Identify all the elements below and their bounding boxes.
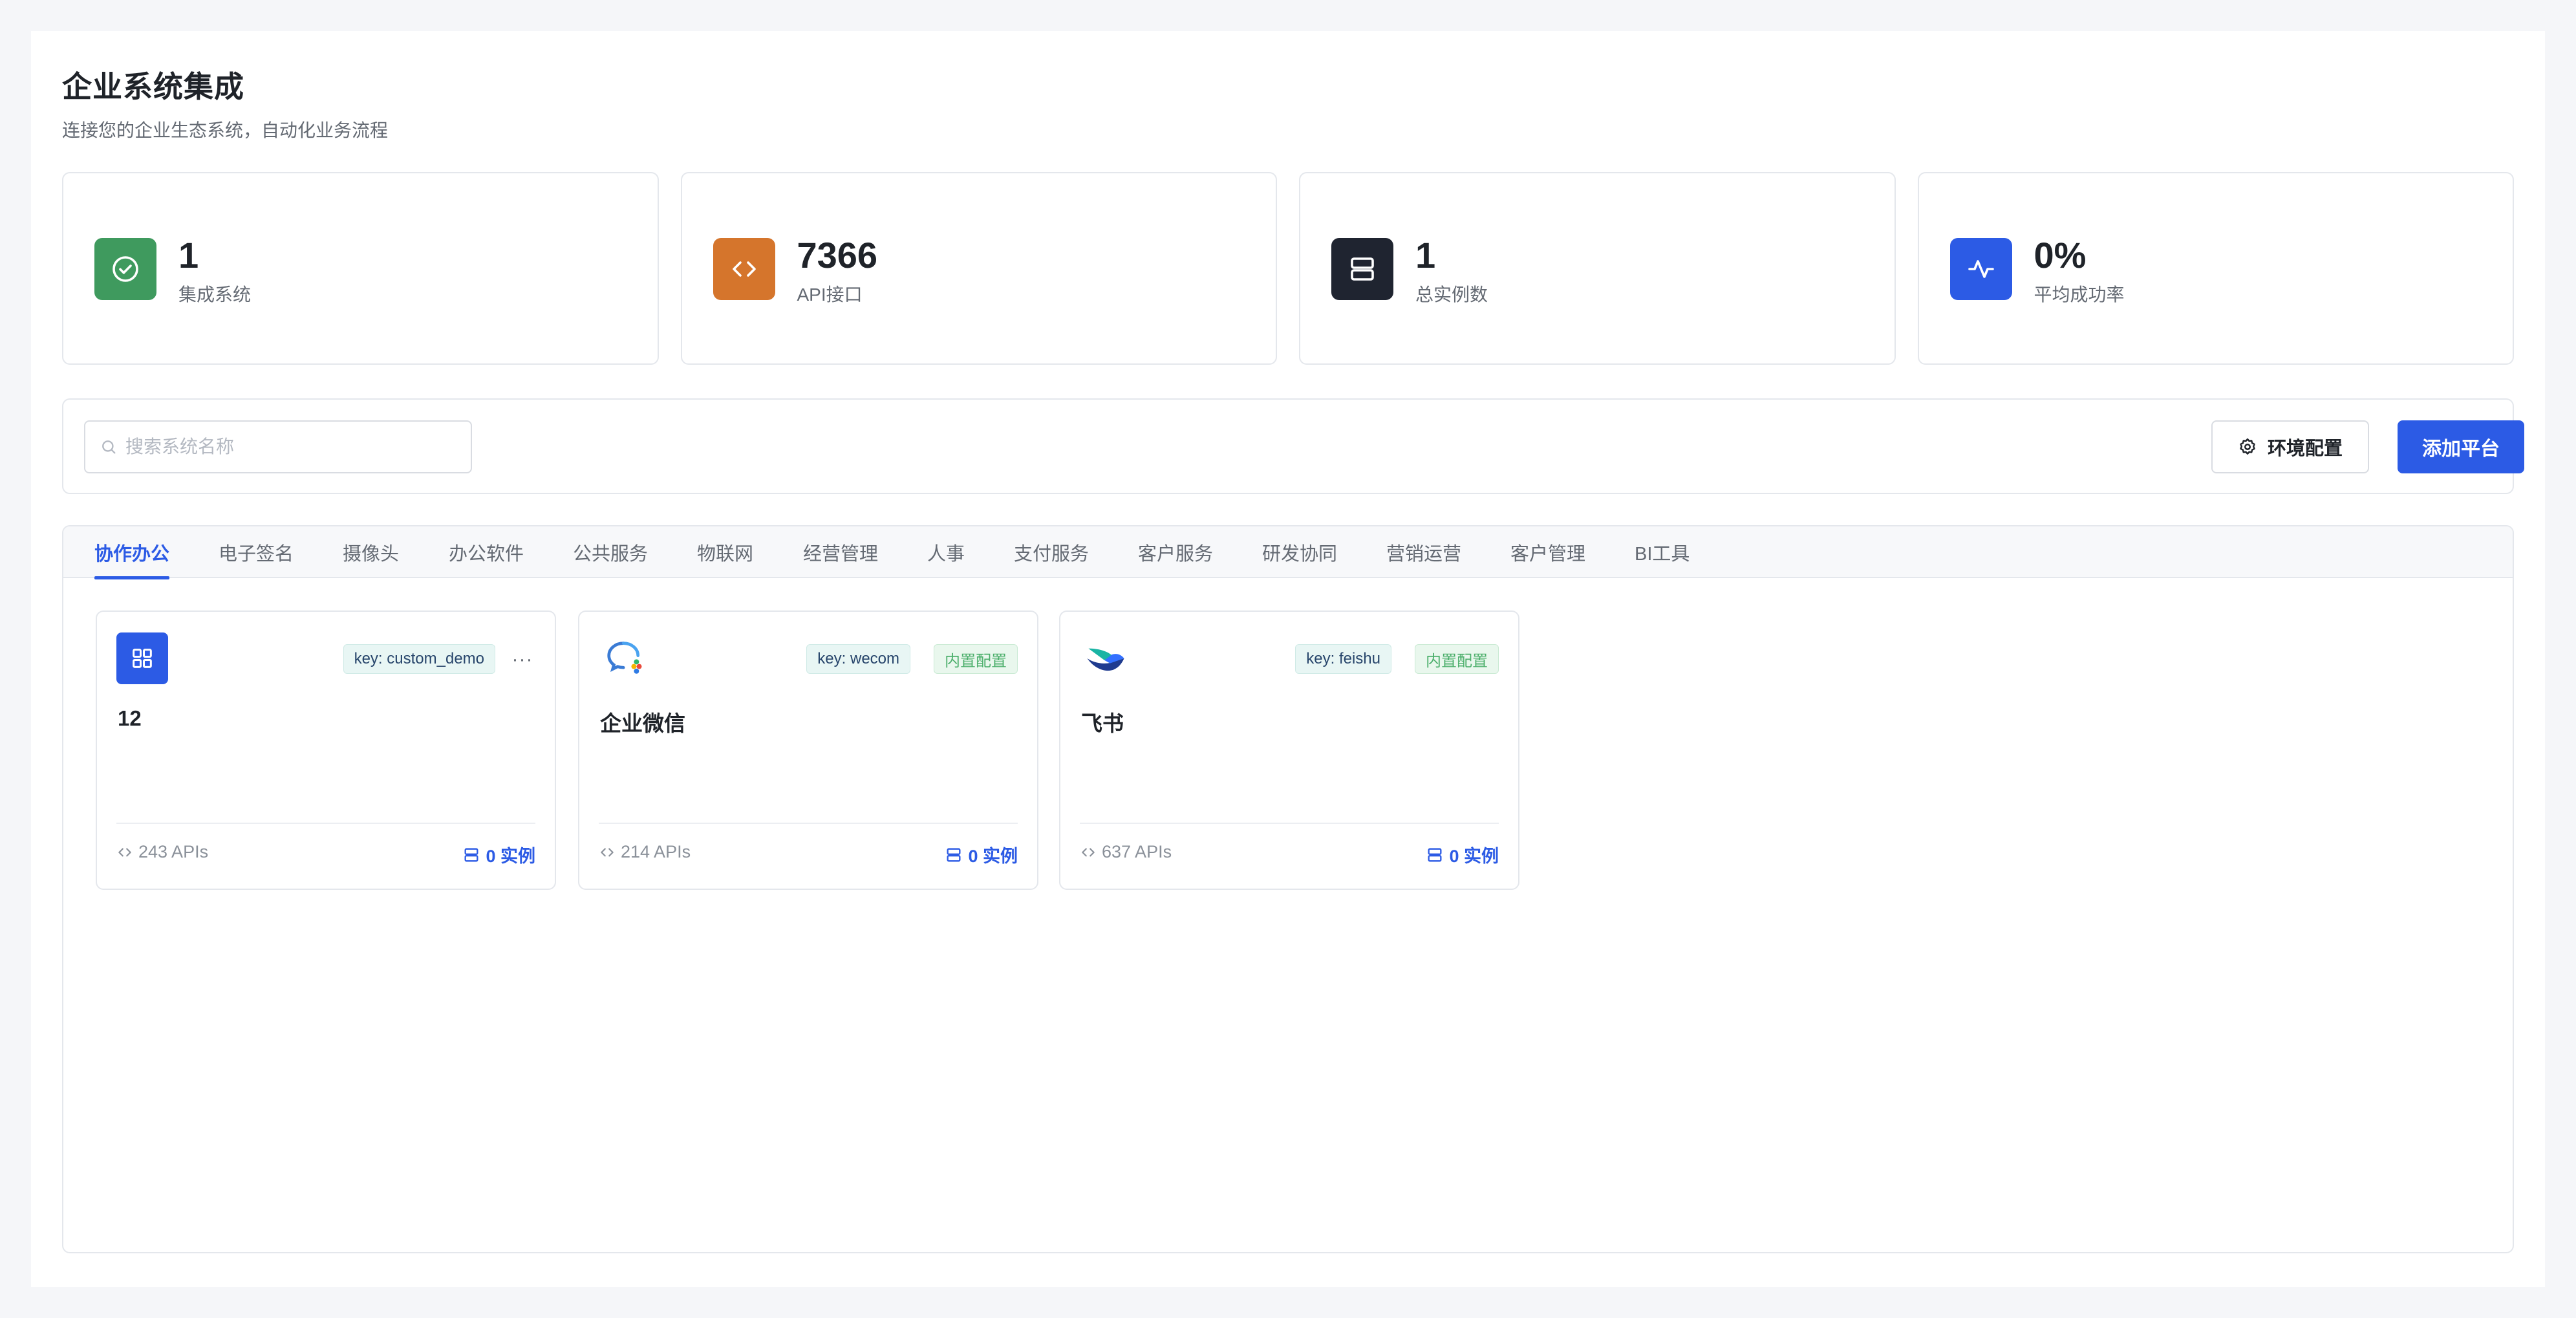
- server-icon: [1428, 848, 1442, 861]
- tab-iot[interactable]: 物联网: [697, 526, 753, 578]
- system-card-custom[interactable]: key: custom_demo ··· 12 243 APIs 0 实例: [96, 610, 556, 890]
- toolbar: 环境配置 添加平台: [62, 398, 2524, 494]
- check-circle-icon: [94, 238, 156, 300]
- stat-value: 1: [1415, 235, 1436, 275]
- system-card-feishu[interactable]: key: feishu 内置配置 飞书 637 APIs 0 实例: [1059, 610, 1519, 890]
- api-count-text: 637 APIs: [1102, 842, 1172, 861]
- stat-value: 1: [178, 235, 199, 275]
- api-count: 214 APIs: [599, 842, 691, 862]
- tab-customer-management[interactable]: 客户管理: [1510, 526, 1585, 578]
- stat-value: 7366: [797, 235, 878, 275]
- stat-label: API接口: [797, 285, 863, 305]
- system-key-tag: key: custom_demo: [343, 644, 495, 674]
- stat-card-apis: 7366 API接口: [680, 172, 1277, 365]
- tab-office-software[interactable]: 办公软件: [449, 526, 524, 578]
- tab-camera[interactable]: 摄像头: [343, 526, 399, 578]
- env-config-button[interactable]: 环境配置: [2211, 420, 2369, 473]
- builtin-config-tag: 内置配置: [1415, 644, 1499, 674]
- api-count: 637 APIs: [1080, 842, 1172, 862]
- system-name: 12: [118, 706, 142, 730]
- system-name: 企业微信: [600, 711, 685, 735]
- tab-hr[interactable]: 人事: [927, 526, 965, 578]
- stat-card-success-rate: 0% 平均成功率: [1917, 172, 2514, 365]
- tab-dev-collab[interactable]: 研发协同: [1262, 526, 1337, 578]
- instances-link[interactable]: 0 实例: [945, 842, 1018, 867]
- instances-text: 0 实例: [1449, 847, 1499, 866]
- page-title: 企业系统集成: [62, 70, 244, 103]
- stat-label: 总实例数: [1415, 285, 1488, 305]
- card-divider: [599, 823, 1018, 824]
- tab-collab-office[interactable]: 协作办公: [94, 526, 170, 579]
- card-divider: [116, 823, 535, 824]
- api-count-text: 214 APIs: [621, 842, 691, 861]
- api-count: 243 APIs: [116, 842, 208, 862]
- instances-link[interactable]: 0 实例: [462, 842, 535, 867]
- feishu-logo-icon: [1080, 632, 1132, 684]
- tab-bi-tools[interactable]: BI工具: [1635, 526, 1690, 578]
- builtin-config-tag: 内置配置: [934, 644, 1018, 674]
- instances-text: 0 实例: [486, 847, 535, 866]
- server-icon: [1331, 238, 1393, 300]
- api-count-text: 243 APIs: [138, 842, 209, 861]
- server-icon: [947, 848, 961, 861]
- grid-icon: [116, 632, 168, 684]
- card-divider: [1080, 823, 1499, 824]
- tab-marketing[interactable]: 营销运营: [1386, 526, 1461, 578]
- tab-public-services[interactable]: 公共服务: [573, 526, 648, 578]
- system-key-tag: key: feishu: [1295, 644, 1391, 674]
- server-icon: [464, 848, 478, 861]
- stat-card-instances: 1 总实例数: [1299, 172, 1896, 365]
- stat-value: 0%: [2034, 235, 2087, 275]
- instances-link[interactable]: 0 实例: [1426, 842, 1499, 867]
- system-name: 飞书: [1081, 711, 1124, 735]
- stats-row: 1 集成系统 7366 API接口 1 总实例数 0% 平均成功率: [62, 172, 2514, 365]
- more-options-icon[interactable]: ···: [510, 647, 535, 673]
- code-icon: [601, 848, 614, 856]
- tab-payment[interactable]: 支付服务: [1014, 526, 1089, 578]
- category-tabs: 协作办公 电子签名 摄像头 办公软件 公共服务 物联网 经营管理 人事 支付服务…: [63, 526, 2513, 579]
- app-frame: 企业系统集成 连接您的企业生态系统，自动化业务流程 1 集成系统 7366 AP…: [31, 31, 2545, 1287]
- stat-card-systems: 1 集成系统: [62, 172, 659, 365]
- code-icon: [713, 238, 775, 300]
- wecom-logo-icon: [599, 632, 650, 684]
- system-card-wecom[interactable]: key: wecom 内置配置 企业微信 214 APIs 0 实例: [578, 610, 1038, 890]
- stat-label: 平均成功率: [2034, 285, 2125, 305]
- tab-customer-service[interactable]: 客户服务: [1138, 526, 1213, 578]
- code-icon: [118, 848, 131, 856]
- code-icon: [1082, 848, 1095, 856]
- search-input[interactable]: [125, 437, 462, 457]
- add-platform-button[interactable]: 添加平台: [2398, 420, 2524, 473]
- systems-panel: 协作办公 电子签名 摄像头 办公软件 公共服务 物联网 经营管理 人事 支付服务…: [62, 525, 2514, 1253]
- search-icon: [102, 440, 116, 454]
- tab-business-management[interactable]: 经营管理: [803, 526, 878, 578]
- activity-icon: [1949, 238, 2012, 300]
- stat-label: 集成系统: [178, 285, 252, 305]
- gear-icon: [2240, 438, 2255, 455]
- env-config-label: 环境配置: [2267, 438, 2343, 459]
- page-subtitle: 连接您的企业生态系统，自动化业务流程: [62, 120, 389, 140]
- tab-e-signature[interactable]: 电子签名: [219, 526, 294, 578]
- instances-text: 0 实例: [968, 847, 1018, 866]
- system-key-tag: key: wecom: [806, 644, 910, 674]
- search-box[interactable]: [84, 420, 472, 473]
